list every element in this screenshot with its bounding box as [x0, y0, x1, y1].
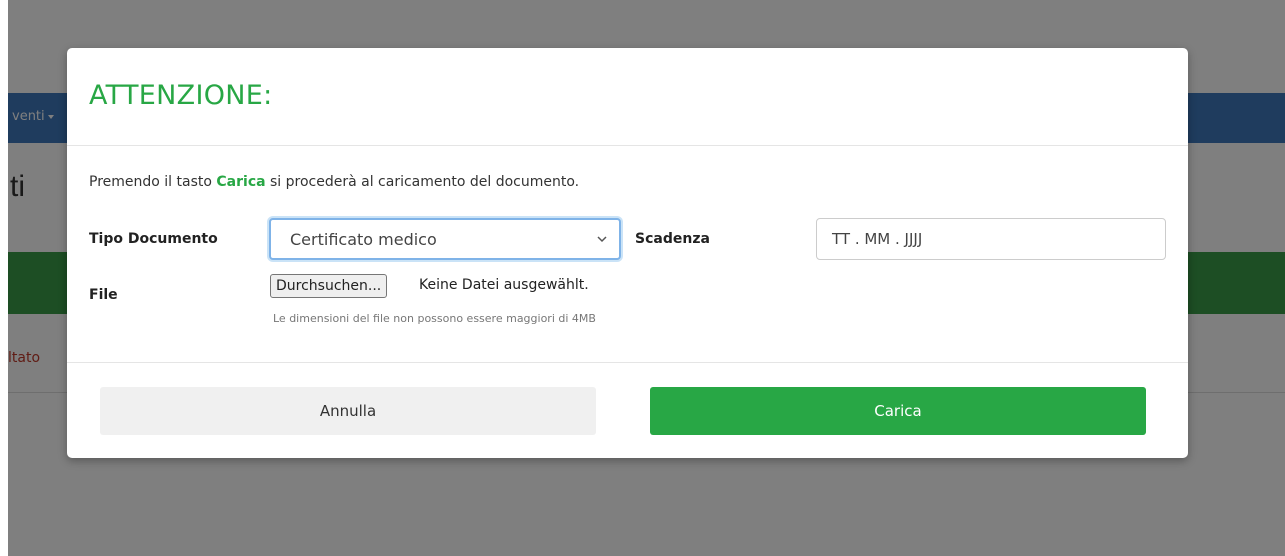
tipo-documento-select[interactable]: Certificato medico	[269, 218, 621, 260]
file-status-text: Keine Datei ausgewählt.	[419, 277, 589, 293]
file-size-help-text: Le dimensioni del file non possono esser…	[273, 312, 596, 325]
tipo-documento-label: Tipo Documento	[89, 231, 218, 247]
scadenza-date-input[interactable]: TT . MM . JJJJ	[816, 218, 1166, 260]
modal-footer: Annulla Carica	[67, 362, 1188, 458]
cancel-button[interactable]: Annulla	[100, 387, 596, 435]
file-browse-button[interactable]: Durchsuchen...	[270, 274, 388, 298]
modal-header: ATTENZIONE:	[67, 48, 1188, 146]
left-edge-strip	[0, 0, 8, 556]
intro-text-emphasis: Carica	[216, 174, 266, 190]
scadenza-label: Scadenza	[635, 231, 710, 247]
intro-text-after: si procederà al caricamento del document…	[265, 174, 580, 190]
modal-body: Premendo il tasto Carica si procederà al…	[67, 146, 1188, 362]
intro-text-before: Premendo il tasto	[89, 174, 217, 190]
page: venti ti ltato ATTENZIONE: Premendo il t…	[0, 0, 1285, 556]
upload-button[interactable]: Carica	[650, 387, 1146, 435]
modal-title: ATTENZIONE:	[89, 80, 273, 111]
file-label: File	[89, 287, 118, 303]
tipo-documento-selected-value: Certificato medico	[290, 230, 437, 249]
intro-text: Premendo il tasto Carica si procederà al…	[89, 174, 579, 190]
upload-modal: ATTENZIONE: Premendo il tasto Carica si …	[67, 48, 1188, 458]
chevron-down-icon	[597, 233, 607, 247]
scadenza-date-value: TT . MM . JJJJ	[832, 230, 923, 248]
